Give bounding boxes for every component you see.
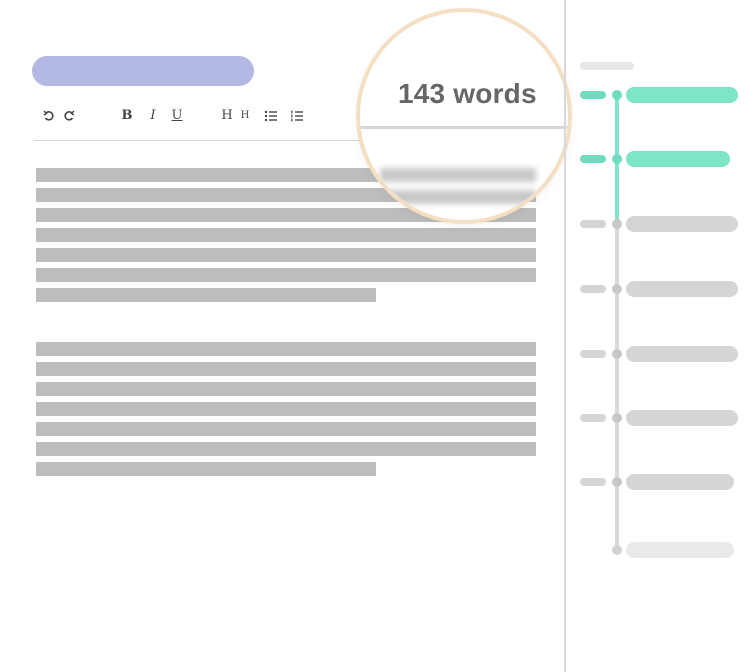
- timeline-dot: [612, 90, 622, 100]
- pane-divider: [564, 0, 566, 672]
- timeline-dot: [612, 477, 622, 487]
- timeline-rail: [615, 226, 619, 552]
- italic-button[interactable]: I: [144, 104, 162, 128]
- timeline-tick: [580, 220, 606, 228]
- bullet-list-icon: [264, 110, 277, 121]
- timeline-bar[interactable]: [626, 410, 738, 426]
- redo-icon: [64, 110, 75, 121]
- text-line: [36, 248, 536, 262]
- timeline-dot: [612, 413, 622, 423]
- text-line: [36, 288, 376, 302]
- timeline-bar[interactable]: [626, 87, 738, 103]
- timeline-tick: [580, 414, 606, 422]
- timeline-tick: [580, 91, 606, 99]
- heading1-button[interactable]: H: [218, 104, 236, 128]
- magnified-text-line: [380, 168, 536, 182]
- timeline-dot: [612, 154, 622, 164]
- timeline-bar[interactable]: [626, 216, 738, 232]
- text-line: [36, 342, 536, 356]
- text-line: [36, 382, 536, 396]
- timeline-bar[interactable]: [626, 151, 730, 167]
- heading2-button[interactable]: H: [236, 104, 254, 128]
- text-line: [36, 268, 536, 282]
- text-line: [36, 442, 536, 456]
- document-title-field[interactable]: [32, 56, 254, 86]
- timeline-bar[interactable]: [626, 474, 734, 490]
- timeline-dot: [612, 219, 622, 229]
- timeline-dot: [612, 284, 622, 294]
- undo-icon: [43, 110, 54, 121]
- timeline-tick: [580, 155, 606, 163]
- timeline-dot: [612, 349, 622, 359]
- text-line: [36, 462, 376, 476]
- undo-button[interactable]: [40, 104, 58, 128]
- text-line: [36, 228, 536, 242]
- timeline-bar[interactable]: [626, 346, 738, 362]
- timeline-bar[interactable]: [626, 542, 734, 558]
- timeline-bar[interactable]: [626, 281, 738, 297]
- redo-button[interactable]: [60, 104, 78, 128]
- timeline-dot: [612, 545, 622, 555]
- timeline-tick: [580, 285, 606, 293]
- magnified-text-line: [380, 190, 536, 204]
- word-count-magnifier: 143 words: [360, 12, 568, 220]
- sidebar-heading: [580, 62, 634, 70]
- numbered-list-icon: [291, 110, 303, 121]
- magnified-toolbar-divider: [360, 126, 568, 129]
- text-line: [36, 402, 536, 416]
- bullet-list-button[interactable]: [262, 104, 280, 128]
- word-count: 143 words: [398, 78, 537, 109]
- text-line: [36, 422, 536, 436]
- bold-button[interactable]: B: [118, 104, 136, 128]
- numbered-list-button[interactable]: [288, 104, 306, 128]
- text-line: [36, 362, 536, 376]
- timeline-tick: [580, 350, 606, 358]
- timeline-tick: [580, 478, 606, 486]
- underline-button[interactable]: U: [168, 104, 186, 128]
